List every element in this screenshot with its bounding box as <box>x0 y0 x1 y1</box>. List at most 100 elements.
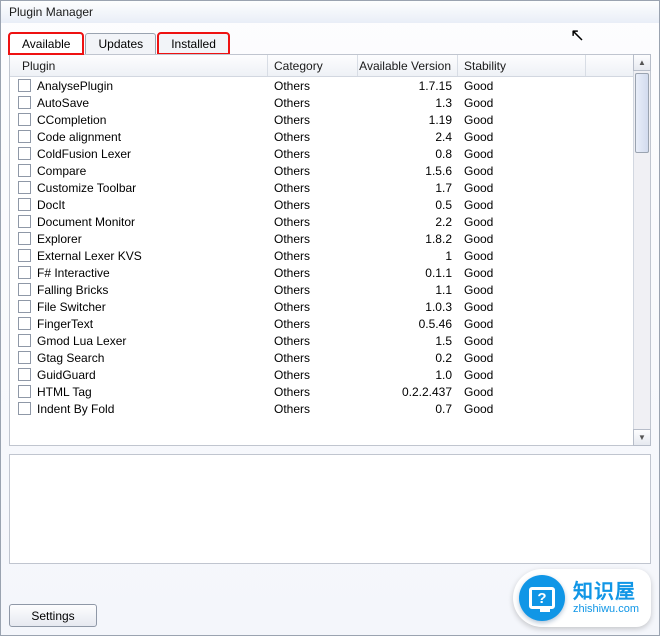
table-row[interactable]: Gtag SearchOthers0.2Good <box>10 349 633 366</box>
table-row[interactable]: Customize ToolbarOthers1.7Good <box>10 179 633 196</box>
table-row[interactable]: Document MonitorOthers2.2Good <box>10 213 633 230</box>
table-row[interactable]: Indent By FoldOthers0.7Good <box>10 400 633 417</box>
description-pane <box>9 454 651 564</box>
plugin-stability: Good <box>458 79 586 93</box>
plugin-stability: Good <box>458 232 586 246</box>
plugin-version: 0.2 <box>358 351 458 365</box>
plugin-list-pane: Plugin Category Available Version Stabil… <box>9 54 651 446</box>
plugin-version: 1.7.15 <box>358 79 458 93</box>
plugin-category: Others <box>268 79 358 93</box>
row-checkbox[interactable] <box>18 385 31 398</box>
plugin-name: Code alignment <box>37 130 121 144</box>
watermark-logo-icon <box>519 575 565 621</box>
plugin-name: Explorer <box>37 232 82 246</box>
plugin-category: Others <box>268 402 358 416</box>
plugin-manager-window: Plugin Manager ↖ Available Updates Insta… <box>0 0 660 636</box>
plugin-stability: Good <box>458 249 586 263</box>
plugin-stability: Good <box>458 385 586 399</box>
row-checkbox[interactable] <box>18 130 31 143</box>
plugin-version: 2.2 <box>358 215 458 229</box>
row-checkbox[interactable] <box>18 164 31 177</box>
plugin-listview[interactable]: Plugin Category Available Version Stabil… <box>10 55 633 445</box>
plugin-category: Others <box>268 232 358 246</box>
table-row[interactable]: F# InteractiveOthers0.1.1Good <box>10 264 633 281</box>
row-checkbox[interactable] <box>18 113 31 126</box>
table-row[interactable]: File SwitcherOthers1.0.3Good <box>10 298 633 315</box>
plugin-name: FingerText <box>37 317 93 331</box>
plugin-version: 1.5.6 <box>358 164 458 178</box>
row-checkbox[interactable] <box>18 198 31 211</box>
table-row[interactable]: External Lexer KVSOthers1Good <box>10 247 633 264</box>
col-header-category[interactable]: Category <box>268 55 358 76</box>
table-row[interactable]: GuidGuardOthers1.0Good <box>10 366 633 383</box>
row-checkbox[interactable] <box>18 147 31 160</box>
scroll-up-button[interactable]: ▲ <box>633 54 651 71</box>
table-row[interactable]: CompareOthers1.5.6Good <box>10 162 633 179</box>
plugin-stability: Good <box>458 402 586 416</box>
scroll-thumb[interactable] <box>635 73 649 153</box>
plugin-name: AnalysePlugin <box>37 79 113 93</box>
row-checkbox[interactable] <box>18 368 31 381</box>
row-checkbox[interactable] <box>18 266 31 279</box>
plugin-stability: Good <box>458 113 586 127</box>
table-row[interactable]: AutoSaveOthers1.3Good <box>10 94 633 111</box>
row-checkbox[interactable] <box>18 249 31 262</box>
plugin-version: 0.8 <box>358 147 458 161</box>
title-bar: Plugin Manager <box>1 1 659 23</box>
row-checkbox[interactable] <box>18 334 31 347</box>
table-row[interactable]: Falling BricksOthers1.1Good <box>10 281 633 298</box>
table-row[interactable]: Gmod Lua LexerOthers1.5Good <box>10 332 633 349</box>
plugin-stability: Good <box>458 147 586 161</box>
plugin-stability: Good <box>458 283 586 297</box>
plugin-name: F# Interactive <box>37 266 110 280</box>
table-row[interactable]: ColdFusion Lexer Others0.8Good <box>10 145 633 162</box>
col-header-version[interactable]: Available Version <box>358 55 458 76</box>
table-row[interactable]: FingerTextOthers0.5.46Good <box>10 315 633 332</box>
plugin-name: DocIt <box>37 198 65 212</box>
row-checkbox[interactable] <box>18 317 31 330</box>
plugin-version: 1.3 <box>358 96 458 110</box>
plugin-category: Others <box>268 147 358 161</box>
plugin-name: HTML Tag <box>37 385 92 399</box>
plugin-name: Customize Toolbar <box>37 181 136 195</box>
row-checkbox[interactable] <box>18 402 31 415</box>
plugin-name: ColdFusion Lexer <box>37 147 131 161</box>
plugin-category: Others <box>268 249 358 263</box>
vertical-scrollbar[interactable]: ▲ ▼ <box>633 55 650 445</box>
table-row[interactable]: AnalysePlugin Others1.7.15Good <box>10 77 633 94</box>
plugin-stability: Good <box>458 351 586 365</box>
row-checkbox[interactable] <box>18 96 31 109</box>
plugin-name: Falling Bricks <box>37 283 108 297</box>
row-checkbox[interactable] <box>18 283 31 296</box>
plugin-version: 1.5 <box>358 334 458 348</box>
table-row[interactable]: DocItOthers0.5Good <box>10 196 633 213</box>
plugin-stability: Good <box>458 181 586 195</box>
table-row[interactable]: Code alignmentOthers2.4Good <box>10 128 633 145</box>
list-header: Plugin Category Available Version Stabil… <box>10 55 633 77</box>
row-checkbox[interactable] <box>18 215 31 228</box>
row-checkbox[interactable] <box>18 181 31 194</box>
plugin-stability: Good <box>458 368 586 382</box>
plugin-name: File Switcher <box>37 300 106 314</box>
settings-button[interactable]: Settings <box>9 604 97 627</box>
tab-installed[interactable]: Installed <box>158 33 229 54</box>
row-checkbox[interactable] <box>18 351 31 364</box>
tab-updates[interactable]: Updates <box>85 33 156 54</box>
col-header-plugin[interactable]: Plugin <box>10 55 268 76</box>
row-checkbox[interactable] <box>18 79 31 92</box>
scroll-down-button[interactable]: ▼ <box>633 429 651 446</box>
plugin-category: Others <box>268 368 358 382</box>
tab-available[interactable]: Available <box>9 33 83 54</box>
plugin-name: Document Monitor <box>37 215 135 229</box>
plugin-version: 2.4 <box>358 130 458 144</box>
col-header-stability[interactable]: Stability <box>458 55 586 76</box>
row-checkbox[interactable] <box>18 300 31 313</box>
table-row[interactable]: ExplorerOthers1.8.2Good <box>10 230 633 247</box>
plugin-category: Others <box>268 385 358 399</box>
table-row[interactable]: CCompletionOthers1.19Good <box>10 111 633 128</box>
row-checkbox[interactable] <box>18 232 31 245</box>
plugin-category: Others <box>268 351 358 365</box>
footer-row: Settings <box>9 604 97 627</box>
table-row[interactable]: HTML TagOthers0.2.2.437Good <box>10 383 633 400</box>
plugin-name: Indent By Fold <box>37 402 114 416</box>
